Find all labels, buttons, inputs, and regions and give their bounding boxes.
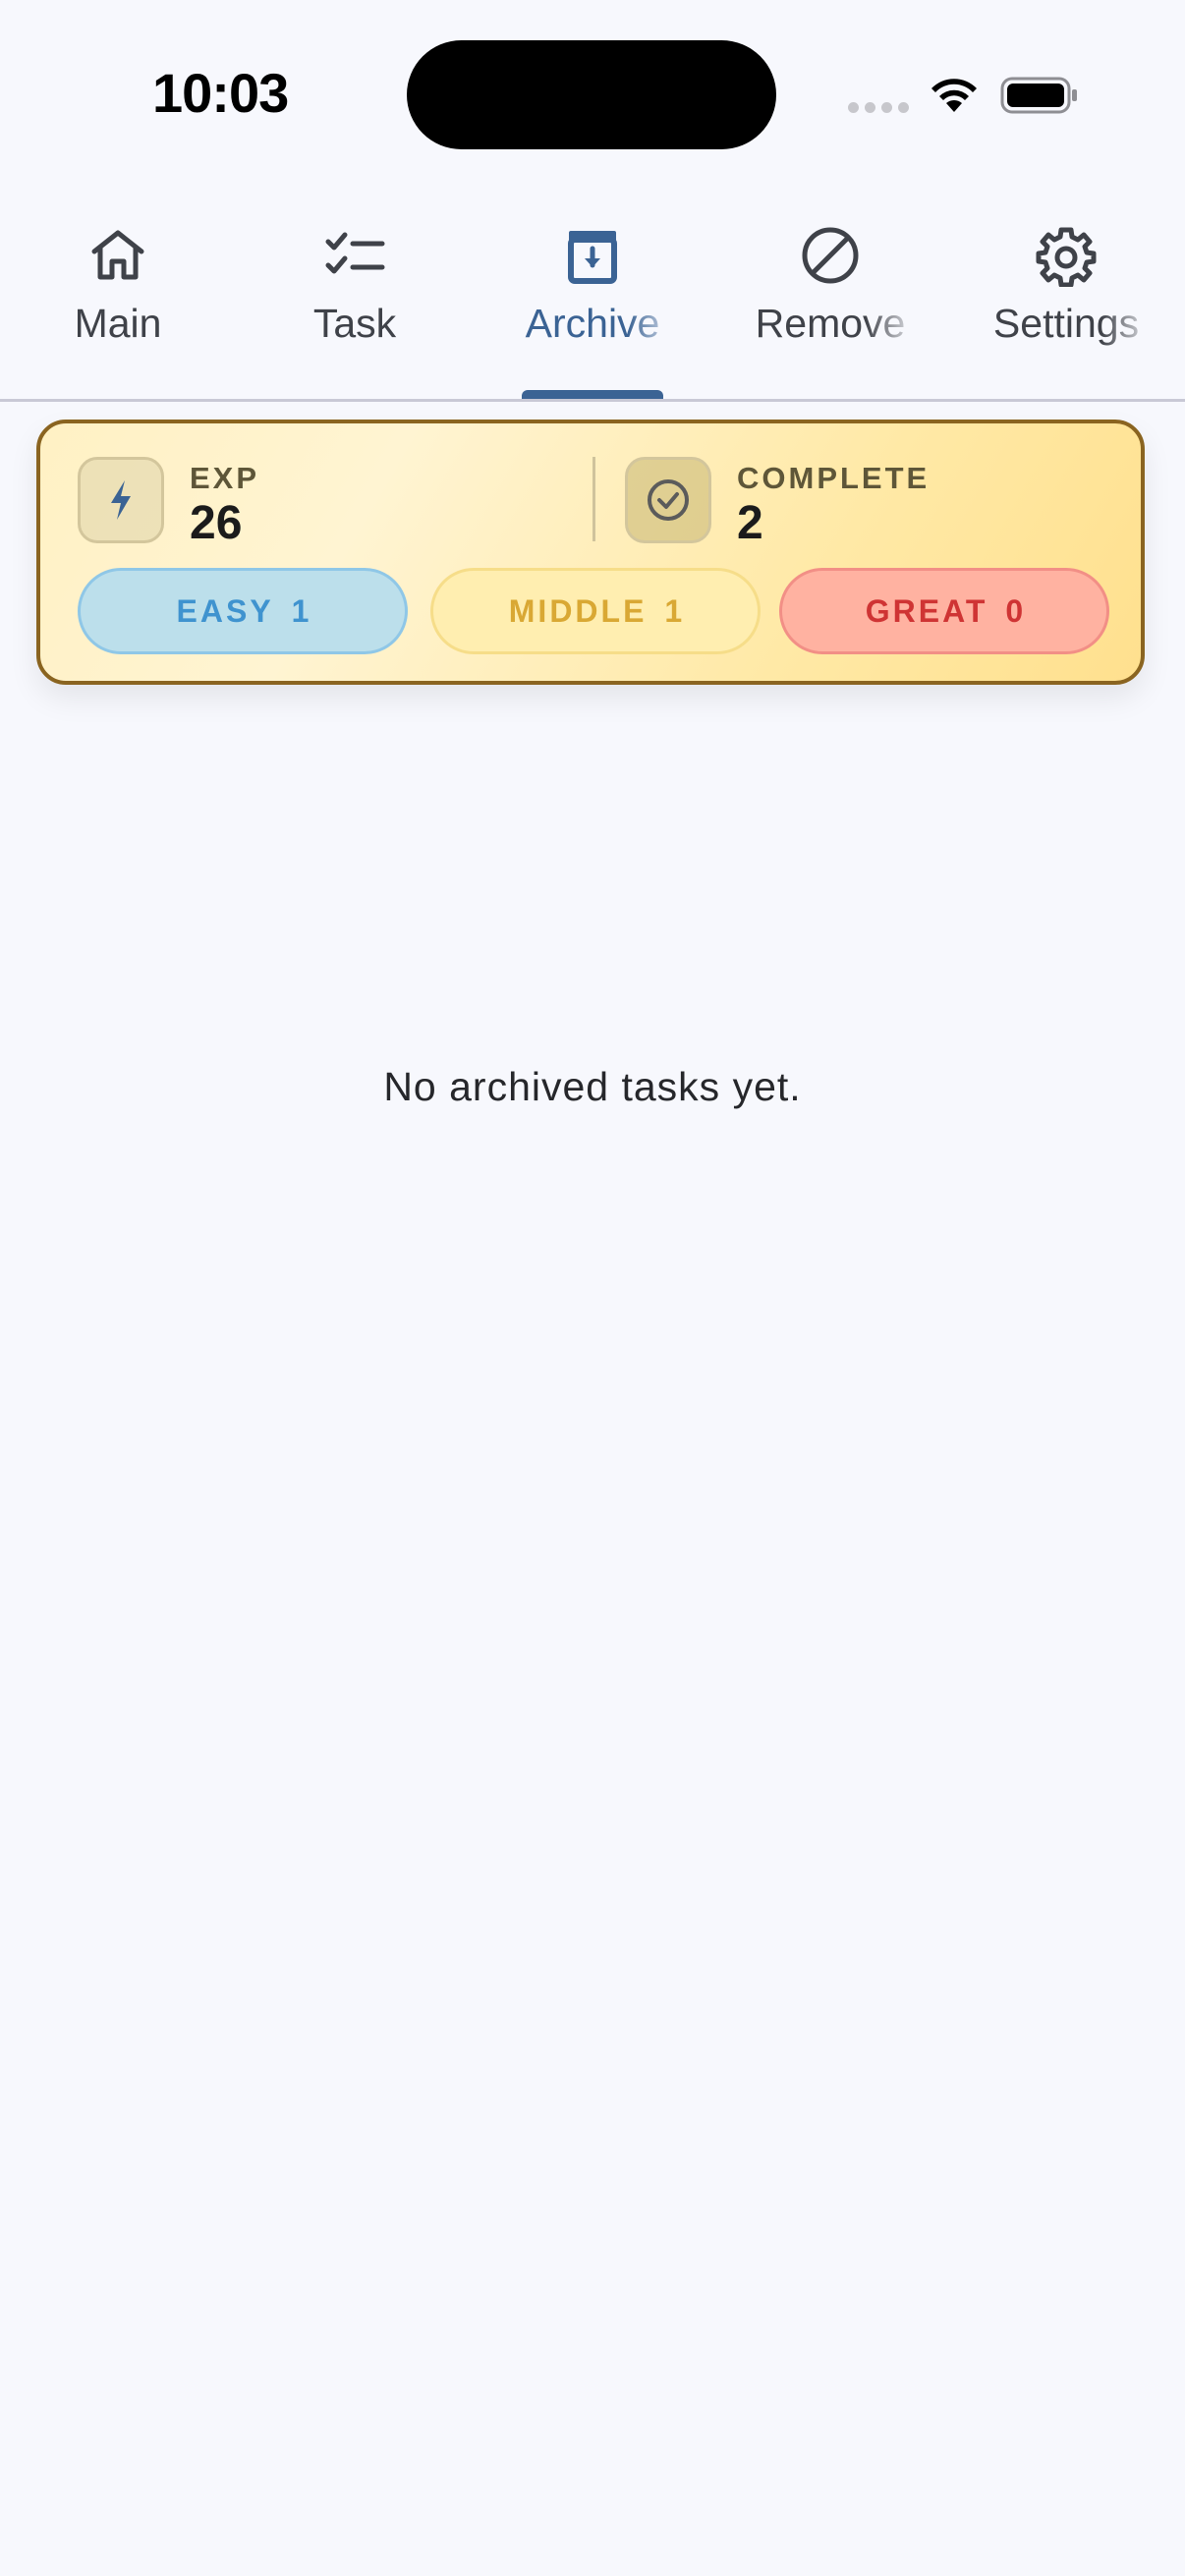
great-count-pill[interactable]: GREAT 0: [779, 568, 1109, 654]
tab-bar: Main Task Archive Remove Settings: [0, 196, 1185, 402]
great-label: GREAT: [865, 592, 988, 629]
complete-value: 2: [737, 497, 763, 549]
status-bar: 10:03: [0, 0, 1185, 177]
check-circle-icon: [648, 479, 689, 521]
tab-remove-label: Remove: [755, 301, 906, 346]
battery-icon: [1000, 77, 1077, 114]
tab-task-label: Task: [312, 301, 397, 346]
middle-count-pill[interactable]: MIDDLE 1: [430, 568, 761, 654]
tab-archive[interactable]: Archive: [494, 196, 691, 399]
active-tab-indicator: [522, 390, 663, 399]
home-icon: [91, 230, 144, 280]
exp-label: EXP: [190, 461, 260, 495]
wifi-icon: [931, 79, 977, 112]
app-screen: 10:03 Main Task Archive Remove Settings …: [0, 0, 1185, 2576]
middle-label: MIDDLE: [508, 592, 648, 629]
easy-label: EASY: [176, 592, 274, 629]
dynamic-island: [407, 40, 776, 149]
easy-count-pill[interactable]: EASY 1: [78, 568, 408, 654]
great-count: 0: [1005, 592, 1024, 629]
prohibited-icon: [802, 227, 859, 284]
lightning-icon: [111, 480, 131, 520]
tab-task[interactable]: Task: [256, 196, 453, 399]
middle-count: 1: [664, 592, 683, 629]
complete-label: COMPLETE: [737, 461, 931, 495]
checklist-icon: [325, 232, 385, 274]
stats-divider: [592, 457, 595, 541]
status-time: 10:03: [152, 62, 289, 124]
stats-card: EXP 26 COMPLETE 2 EASY 1 MIDDLE 1 GREAT …: [36, 420, 1145, 685]
gear-icon: [1036, 227, 1097, 287]
exp-badge: [78, 457, 164, 543]
archive-empty-message: No archived tasks yet.: [383, 1064, 802, 1109]
tab-main[interactable]: Main: [20, 196, 216, 399]
complete-badge: [625, 457, 711, 543]
exp-value: 26: [190, 497, 243, 549]
easy-count: 1: [291, 592, 310, 629]
tab-remove[interactable]: Remove: [732, 196, 929, 399]
tab-archive-label: Archive: [525, 301, 660, 346]
tab-main-label: Main: [74, 301, 162, 346]
cellular-signal-icon: [848, 102, 909, 113]
tab-settings[interactable]: Settings: [968, 196, 1164, 399]
tab-settings-label: Settings: [992, 301, 1140, 346]
archive-box-icon: [568, 231, 617, 284]
